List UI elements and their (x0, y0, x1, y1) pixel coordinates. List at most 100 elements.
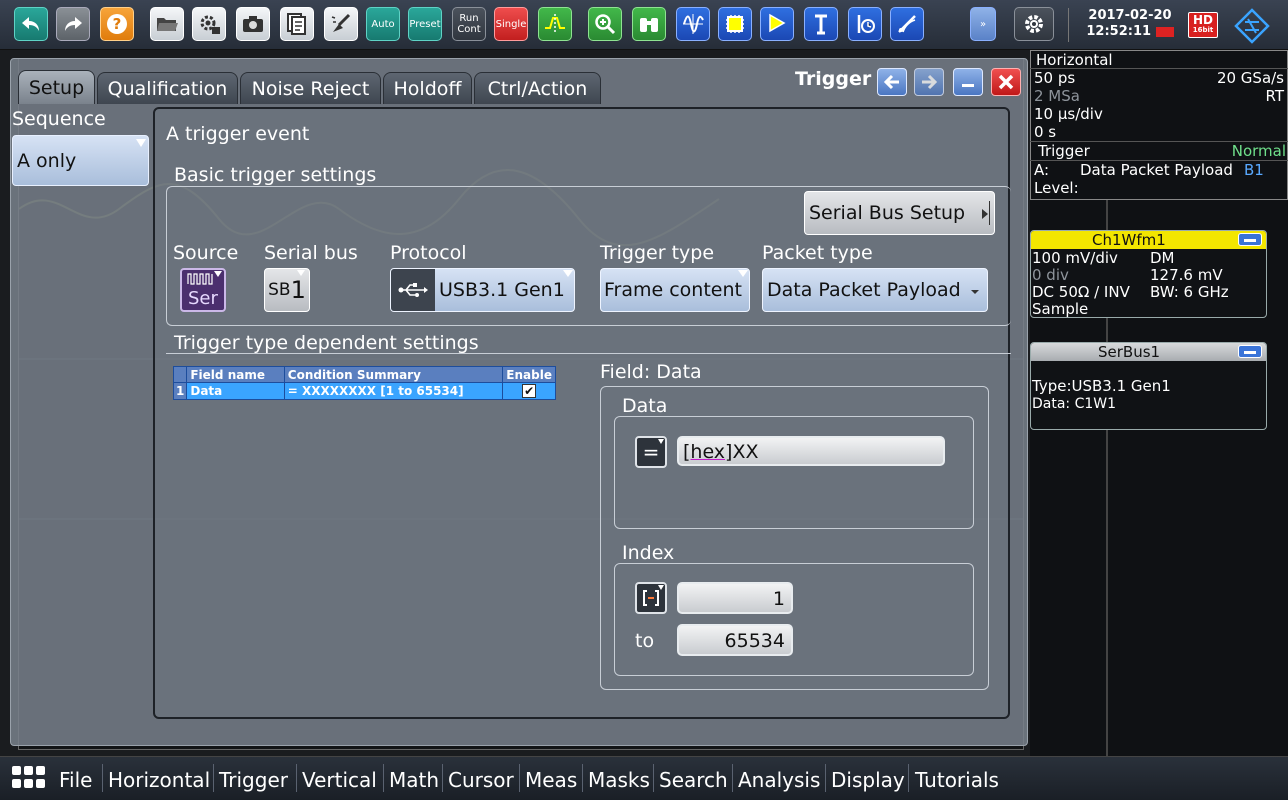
packet-type-dropdown[interactable]: Data Packet Payload (762, 268, 988, 312)
row-condition[interactable]: = XXXXXXXX [1 to 65534] (283, 382, 504, 400)
index-group-label: Index (622, 542, 675, 564)
menu-file[interactable]: File (59, 768, 92, 792)
minimize-icon[interactable] (953, 68, 983, 96)
operator-selector[interactable]: = (635, 436, 667, 468)
menu-masks[interactable]: Masks (588, 768, 650, 792)
tab-setup[interactable]: Setup (18, 70, 95, 104)
ch1-coupling: DC 50Ω / INV (1032, 283, 1130, 301)
tab-qualification[interactable]: Qualification (97, 72, 238, 104)
fft-waveform-icon[interactable] (676, 7, 710, 41)
trigger-mode: Normal (1231, 142, 1286, 160)
run-cont-button[interactable]: Run Cont (452, 7, 486, 41)
serbus-minimize-icon[interactable] (1238, 345, 1262, 358)
back-arrow-icon[interactable] (877, 68, 907, 96)
dependent-settings-title: Trigger type dependent settings (174, 332, 479, 354)
data-group (614, 416, 974, 529)
open-file-icon[interactable] (150, 7, 184, 41)
ch1-mode: DM (1150, 249, 1175, 267)
close-icon[interactable] (991, 68, 1021, 96)
undo-icon[interactable] (14, 7, 48, 41)
enable-checkbox[interactable]: ✔ (522, 384, 537, 399)
range-operator-selector[interactable] (635, 582, 667, 614)
settings-gear-icon[interactable] (1014, 7, 1054, 41)
trigger-a-label: A: (1034, 161, 1050, 179)
trigger-a-value: Data Packet Payload (1080, 161, 1233, 179)
serbus-title: SerBus1 (1098, 343, 1161, 361)
dropdown-arrow-icon (971, 290, 979, 294)
apps-grid-icon[interactable] (12, 766, 46, 790)
menu-display[interactable]: Display (831, 768, 905, 792)
menu-math[interactable]: Math (389, 768, 439, 792)
tab-noise-reject[interactable]: Noise Reject (240, 72, 381, 104)
tab-ctrl-action[interactable]: Ctrl/Action (474, 72, 601, 104)
source-selector[interactable]: Ser (180, 268, 226, 312)
hd-mode-badge[interactable]: HD 16bit (1188, 12, 1218, 38)
field-title: Field: Data (600, 361, 702, 383)
protocol-dropdown[interactable]: USB3.1 Gen1 (390, 268, 575, 312)
serial-bus-selector[interactable]: SB 1 (264, 268, 310, 312)
row-field-name[interactable]: Data (186, 382, 285, 400)
horizontal-title: Horizontal (1036, 51, 1113, 69)
expand-toolbar-icon[interactable]: » (970, 7, 996, 41)
protocol-label: Protocol (390, 242, 467, 264)
dropdown-arrow-icon (658, 585, 664, 590)
clear-sweep-icon[interactable] (324, 7, 358, 41)
menu-search[interactable]: Search (659, 768, 728, 792)
dropdown-arrow-icon (136, 139, 146, 147)
h-position: 0 s (1034, 123, 1057, 141)
source-label: Source (173, 242, 239, 264)
menu-meas[interactable]: Meas (525, 768, 577, 792)
trigger-type-dropdown[interactable]: Frame content (600, 268, 750, 312)
trigger-signal-icon[interactable] (538, 7, 572, 41)
redo-icon[interactable] (56, 7, 90, 41)
measure-icon[interactable] (890, 7, 924, 41)
cursor-icon[interactable] (804, 7, 838, 41)
h-mode: RT (1265, 87, 1285, 105)
camera-icon[interactable] (236, 7, 270, 41)
tab-holdoff[interactable]: Holdoff (383, 72, 472, 104)
dropdown-arrow-icon (563, 270, 573, 277)
binoculars-icon[interactable] (632, 7, 666, 41)
row-enable[interactable]: ✔ (502, 382, 556, 400)
menu-trigger[interactable]: Trigger (219, 768, 288, 792)
menu-tutorials[interactable]: Tutorials (915, 768, 999, 792)
h-sample-rate: 20 GSa/s (1216, 69, 1284, 87)
serial-bus-setup-button[interactable]: Serial Bus Setup (804, 191, 995, 235)
index-to-input[interactable]: 65534 (677, 624, 793, 656)
serbus-data: Data: C1W1 (1032, 396, 1117, 412)
ch1-offset: 0 div (1032, 266, 1069, 284)
ch1-acquisition: Sample (1032, 300, 1089, 318)
column-header-condition: Condition Summary (283, 366, 504, 383)
data-group-label: Data (622, 395, 668, 417)
single-button[interactable]: Single (494, 7, 528, 41)
table-row[interactable]: 1 Data = XXXXXXXX [1 to 65534] ✔ (172, 382, 556, 400)
help-icon[interactable]: ? (100, 7, 134, 41)
packet-type-label: Packet type (762, 242, 873, 264)
setup-gear-icon[interactable] (192, 7, 226, 41)
menu-cursor[interactable]: Cursor (448, 768, 514, 792)
menu-vertical[interactable]: Vertical (302, 768, 377, 792)
trigger-level-label: Level: (1034, 179, 1079, 197)
ch1-minimize-icon[interactable] (1238, 233, 1262, 246)
preset-button[interactable]: Preset (408, 7, 442, 41)
ch1-scale: 100 mV/div (1032, 249, 1118, 267)
zoom-icon[interactable] (588, 7, 622, 41)
dropdown-arrow-icon (214, 271, 222, 277)
toolbar-divider (1068, 8, 1069, 42)
column-header-field-name: Field name (186, 366, 285, 383)
row-index: 1 (172, 382, 188, 400)
date-text: 2017-02-20 (1088, 8, 1172, 23)
save-documents-icon[interactable] (280, 7, 314, 41)
menu-horizontal[interactable]: Horizontal (108, 768, 210, 792)
chip-icon[interactable] (718, 7, 752, 41)
index-from-input[interactable]: 1 (677, 582, 793, 614)
marker-flag-icon[interactable] (760, 7, 794, 41)
event-title: A trigger event (166, 123, 310, 145)
sequence-dropdown[interactable]: A only (12, 135, 149, 186)
index-to-label: to (635, 630, 655, 652)
menu-analysis[interactable]: Analysis (738, 768, 820, 792)
auto-button[interactable]: Auto (366, 7, 400, 41)
timer-icon[interactable] (848, 7, 882, 41)
data-pattern-input[interactable]: [hex]XX (677, 436, 945, 466)
forward-arrow-icon[interactable] (914, 68, 944, 96)
